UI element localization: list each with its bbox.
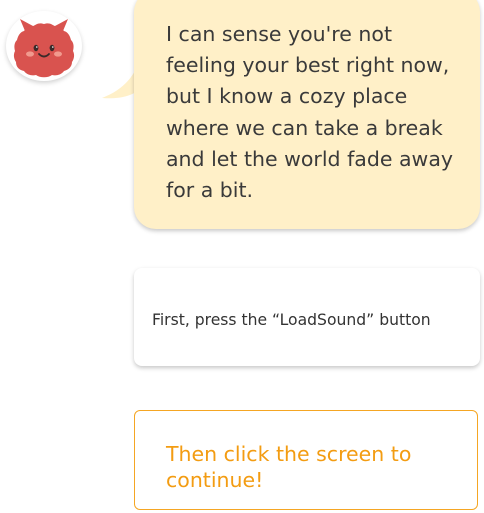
continue-prompt-text: Then click the screen to continue!	[166, 442, 412, 492]
instruction-text: First, press the “LoadSound” button	[152, 311, 431, 329]
red-monster-mascot-icon	[13, 19, 75, 78]
assistant-speech-bubble: I can sense you're not feeling your best…	[134, 0, 480, 229]
instruction-card: First, press the “LoadSound” button	[134, 268, 480, 366]
assistant-avatar	[6, 11, 82, 81]
continue-prompt-button[interactable]: Then click the screen to continue!	[134, 410, 478, 510]
chat-screen[interactable]: I can sense you're not feeling your best…	[0, 0, 484, 513]
assistant-message: I can sense you're not feeling your best…	[166, 22, 454, 203]
